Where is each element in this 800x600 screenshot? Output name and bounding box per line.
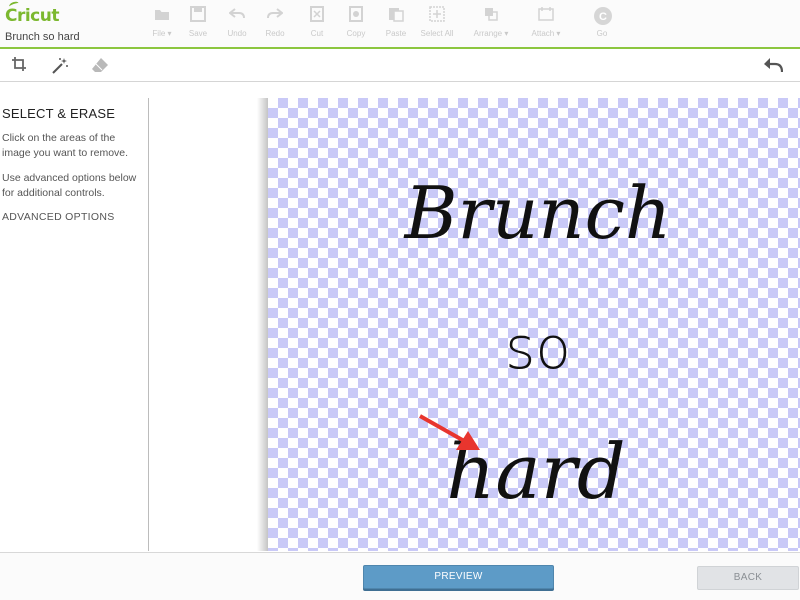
magic-wand-tool-button[interactable] <box>50 57 70 77</box>
select-erase-toolbar <box>0 51 800 82</box>
arrange-icon <box>482 6 500 26</box>
preview-button[interactable]: PREVIEW <box>363 565 554 589</box>
attach-label: Attach ▾ <box>531 29 561 38</box>
eraser-icon <box>92 58 108 72</box>
redo-label: Redo <box>265 29 285 38</box>
undo-button[interactable]: Undo <box>218 6 256 38</box>
crop-tool-button[interactable] <box>9 57 29 77</box>
logo-text: Cricut <box>5 6 60 26</box>
attach-menu-button[interactable]: Attach ▾ <box>524 6 568 38</box>
go-button[interactable]: C Go <box>583 6 621 38</box>
attach-icon <box>537 6 555 26</box>
copy-icon <box>347 6 365 26</box>
cricut-logo[interactable]: Cricut <box>5 0 80 26</box>
magic-wand-icon <box>52 58 68 74</box>
go-badge: C <box>599 11 607 23</box>
image-artwork: Brunch so hard <box>403 171 672 516</box>
arrange-label: Arrange ▾ <box>473 29 509 38</box>
copy-button[interactable]: Copy <box>337 6 375 38</box>
save-label: Save <box>188 29 208 38</box>
folder-icon <box>153 6 171 26</box>
undo-label: Undo <box>227 29 247 38</box>
artwork-line-2: so <box>505 314 571 382</box>
arrange-menu-button[interactable]: Arrange ▾ <box>469 6 513 38</box>
select-all-icon <box>428 6 446 26</box>
project-name: Brunch so hard <box>5 31 80 43</box>
brand: Cricut Brunch so hard <box>5 0 80 44</box>
crop-icon <box>12 57 26 71</box>
copy-label: Copy <box>346 29 366 38</box>
redo-icon <box>266 6 284 26</box>
file-menu-button[interactable]: File ▾ <box>143 6 181 38</box>
go-icon: C <box>593 6 612 26</box>
file-label: File ▾ <box>152 29 172 38</box>
save-button[interactable]: Save <box>179 6 217 38</box>
footer-bar: PREVIEW BACK <box>0 552 800 600</box>
panel-instructions: Click on the areas of the image you want… <box>2 132 129 159</box>
app-header: Cricut Brunch so hard File ▾ Save Undo R… <box>0 0 800 49</box>
cut-icon <box>308 6 326 26</box>
advanced-options-toggle[interactable]: ADVANCED OPTIONS <box>2 211 146 223</box>
undo-arrow-button[interactable] <box>763 56 785 76</box>
paste-button[interactable]: Paste <box>377 6 415 38</box>
paste-icon <box>387 6 405 26</box>
go-label: Go <box>596 29 608 38</box>
select-erase-panel: SELECT & ERASE Click on the areas of the… <box>0 98 149 551</box>
cut-button[interactable]: Cut <box>298 6 336 38</box>
artwork-line-1: Brunch <box>403 171 672 255</box>
redo-button[interactable]: Redo <box>256 6 294 38</box>
paste-label: Paste <box>385 29 407 38</box>
undo-arrow-icon <box>764 58 784 73</box>
undo-icon <box>228 6 246 26</box>
save-icon <box>189 6 207 26</box>
cut-label: Cut <box>310 29 324 38</box>
eraser-tool-button[interactable] <box>90 57 110 77</box>
panel-title: SELECT & ERASE <box>2 106 116 121</box>
back-button[interactable]: BACK <box>697 566 799 590</box>
panel-advanced-hint: Use advanced options below for additiona… <box>2 172 137 199</box>
select-all-label: Select All <box>420 29 454 38</box>
image-canvas[interactable]: Brunch so hard <box>268 98 800 551</box>
select-all-button[interactable]: Select All <box>417 6 457 38</box>
